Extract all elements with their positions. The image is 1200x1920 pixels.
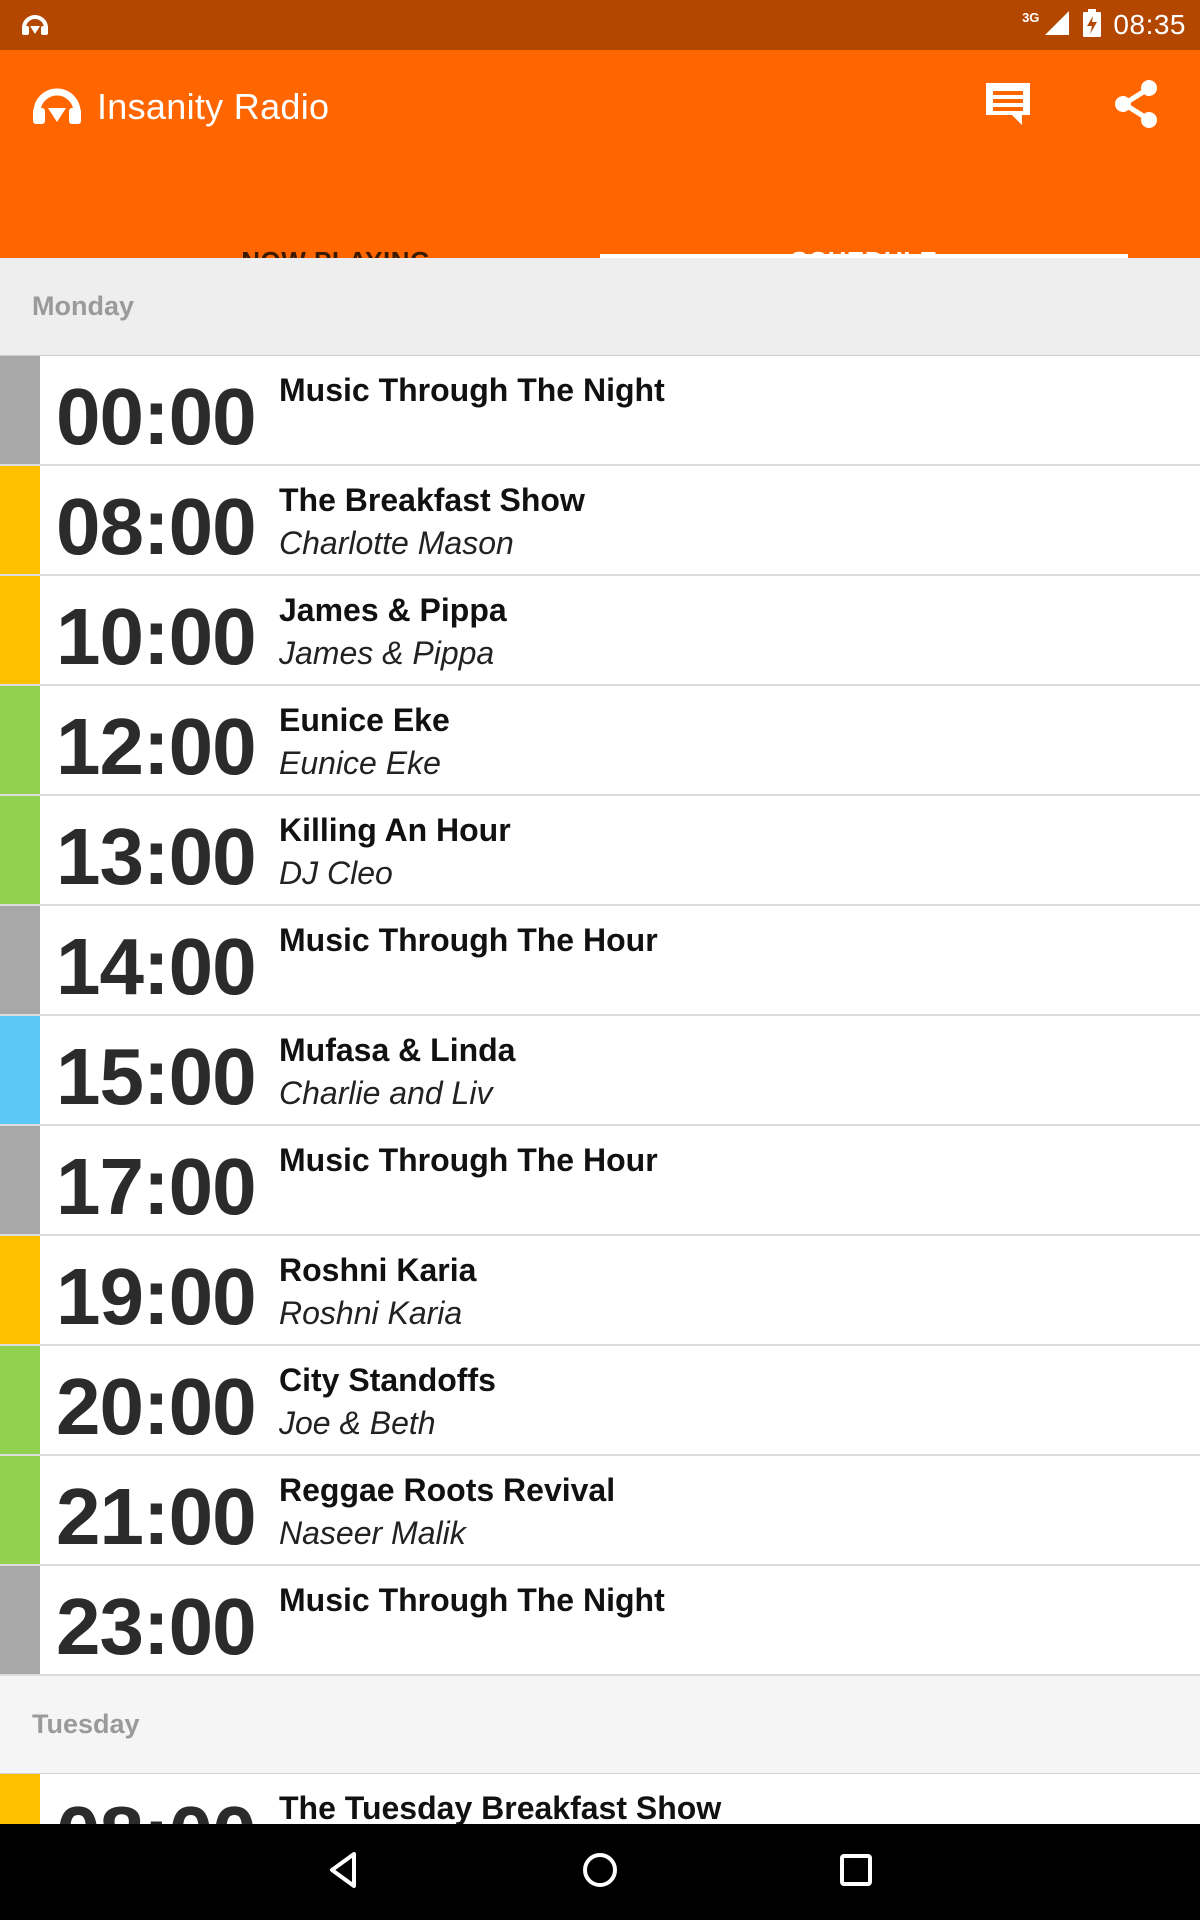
show-color-stripe (0, 1456, 40, 1564)
status-bar: 3G 08:35 (0, 0, 1200, 50)
day-header: Tuesday (0, 1676, 1200, 1774)
home-icon (580, 1850, 620, 1895)
recents-icon (836, 1850, 876, 1895)
show-title: Reggae Roots Revival (279, 1472, 616, 1508)
show-title: City Standoffs (279, 1362, 496, 1398)
schedule-row[interactable]: 10:00 James & Pippa James & Pippa (0, 576, 1200, 686)
schedule-row[interactable]: 20:00 City Standoffs Joe & Beth (0, 1346, 1200, 1456)
show-presenter: Charlie and Liv (279, 1075, 493, 1111)
show-presenter: Charlotte Mason (279, 525, 514, 561)
show-title: Roshni Karia (279, 1252, 477, 1288)
navigation-bar (0, 1824, 1200, 1920)
show-time: 08:00 (56, 1790, 257, 1824)
schedule-row[interactable]: 00:00 Music Through The Night (0, 356, 1200, 466)
schedule-row[interactable]: 13:00 Killing An Hour DJ Cleo (0, 796, 1200, 906)
show-time: 23:00 (56, 1582, 257, 1671)
show-title: The Breakfast Show (279, 482, 585, 518)
show-color-stripe (0, 1566, 40, 1674)
show-time: 14:00 (56, 922, 257, 1011)
signal-icon (1043, 9, 1071, 42)
recents-button[interactable] (826, 1842, 886, 1902)
app-title: Insanity Radio (97, 86, 330, 127)
show-color-stripe (0, 1346, 40, 1454)
battery-icon (1081, 8, 1103, 43)
show-time: 17:00 (56, 1142, 257, 1231)
back-button[interactable] (314, 1842, 374, 1902)
show-presenter: Roshni Karia (279, 1295, 463, 1331)
show-color-stripe (0, 466, 40, 574)
schedule-row[interactable]: 14:00 Music Through The Hour (0, 906, 1200, 1016)
schedule-list[interactable]: Monday 00:00 Music Through The Night 08:00 T… (0, 258, 1200, 1824)
share-icon (1112, 79, 1160, 134)
chat-icon (982, 79, 1034, 134)
show-color-stripe (0, 1126, 40, 1234)
show-time: 12:00 (56, 702, 257, 791)
schedule-row[interactable]: 23:00 Music Through The Night (0, 1566, 1200, 1676)
show-color-stripe (0, 686, 40, 794)
show-presenter: DJ Cleo (279, 855, 393, 891)
show-color-stripe (0, 576, 40, 684)
show-time: 19:00 (56, 1252, 257, 1341)
show-time: 21:00 (56, 1472, 257, 1561)
show-title: James & Pippa (279, 592, 507, 628)
show-presenter: Naseer Malik (279, 1515, 466, 1551)
chat-button[interactable] (978, 76, 1038, 136)
schedule-row[interactable]: 19:00 Roshni Karia Roshni Karia (0, 1236, 1200, 1346)
show-color-stripe (0, 1774, 40, 1824)
show-color-stripe (0, 1016, 40, 1124)
day-header: Monday (0, 258, 1200, 356)
share-button[interactable] (1106, 76, 1166, 136)
show-time: 15:00 (56, 1032, 257, 1121)
show-title: Eunice Eke (279, 702, 450, 738)
status-indicators: 3G 08:35 (1022, 0, 1186, 50)
schedule-row[interactable]: 08:00 The Tuesday Breakfast Show (0, 1774, 1200, 1824)
show-time: 10:00 (56, 592, 257, 681)
show-time: 20:00 (56, 1362, 257, 1451)
tab-schedule[interactable]: SCHEDULE (600, 200, 1128, 276)
show-presenter: Joe & Beth (279, 1405, 436, 1441)
show-color-stripe (0, 1236, 40, 1344)
show-title: Killing An Hour (279, 812, 511, 848)
clock: 08:35 (1113, 9, 1186, 40)
show-title: The Tuesday Breakfast Show (279, 1790, 722, 1824)
tab-now-playing[interactable]: NOW PLAYING (72, 200, 600, 276)
show-color-stripe (0, 906, 40, 1014)
show-title: Music Through The Night (279, 372, 665, 408)
show-title: Mufasa & Linda (279, 1032, 516, 1068)
show-color-stripe (0, 796, 40, 904)
home-button[interactable] (570, 1842, 630, 1902)
show-presenter: James & Pippa (279, 635, 495, 671)
headphones-logo-icon (30, 84, 84, 128)
schedule-row[interactable]: 15:00 Mufasa & Linda Charlie and Liv (0, 1016, 1200, 1126)
show-time: 13:00 (56, 812, 257, 901)
schedule-row[interactable]: 17:00 Music Through The Hour (0, 1126, 1200, 1236)
show-presenter: Eunice Eke (279, 745, 441, 781)
back-icon (324, 1850, 364, 1895)
show-title: Music Through The Night (279, 1582, 665, 1618)
tab-bar: NOW PLAYING SCHEDULE (0, 200, 1200, 276)
schedule-row[interactable]: 12:00 Eunice Eke Eunice Eke (0, 686, 1200, 796)
headphones-notification-icon (20, 12, 50, 38)
show-time: 00:00 (56, 372, 257, 461)
schedule-row[interactable]: 08:00 The Breakfast Show Charlotte Mason (0, 466, 1200, 576)
network-type: 3G (1022, 9, 1040, 25)
show-time: 08:00 (56, 482, 257, 571)
schedule-row[interactable]: 21:00 Reggae Roots Revival Naseer Malik (0, 1456, 1200, 1566)
app-bar: Insanity Radio NOW PLAYING SCHEDULE (0, 50, 1200, 276)
show-title: Music Through The Hour (279, 1142, 658, 1178)
show-color-stripe (0, 356, 40, 464)
show-title: Music Through The Hour (279, 922, 658, 958)
